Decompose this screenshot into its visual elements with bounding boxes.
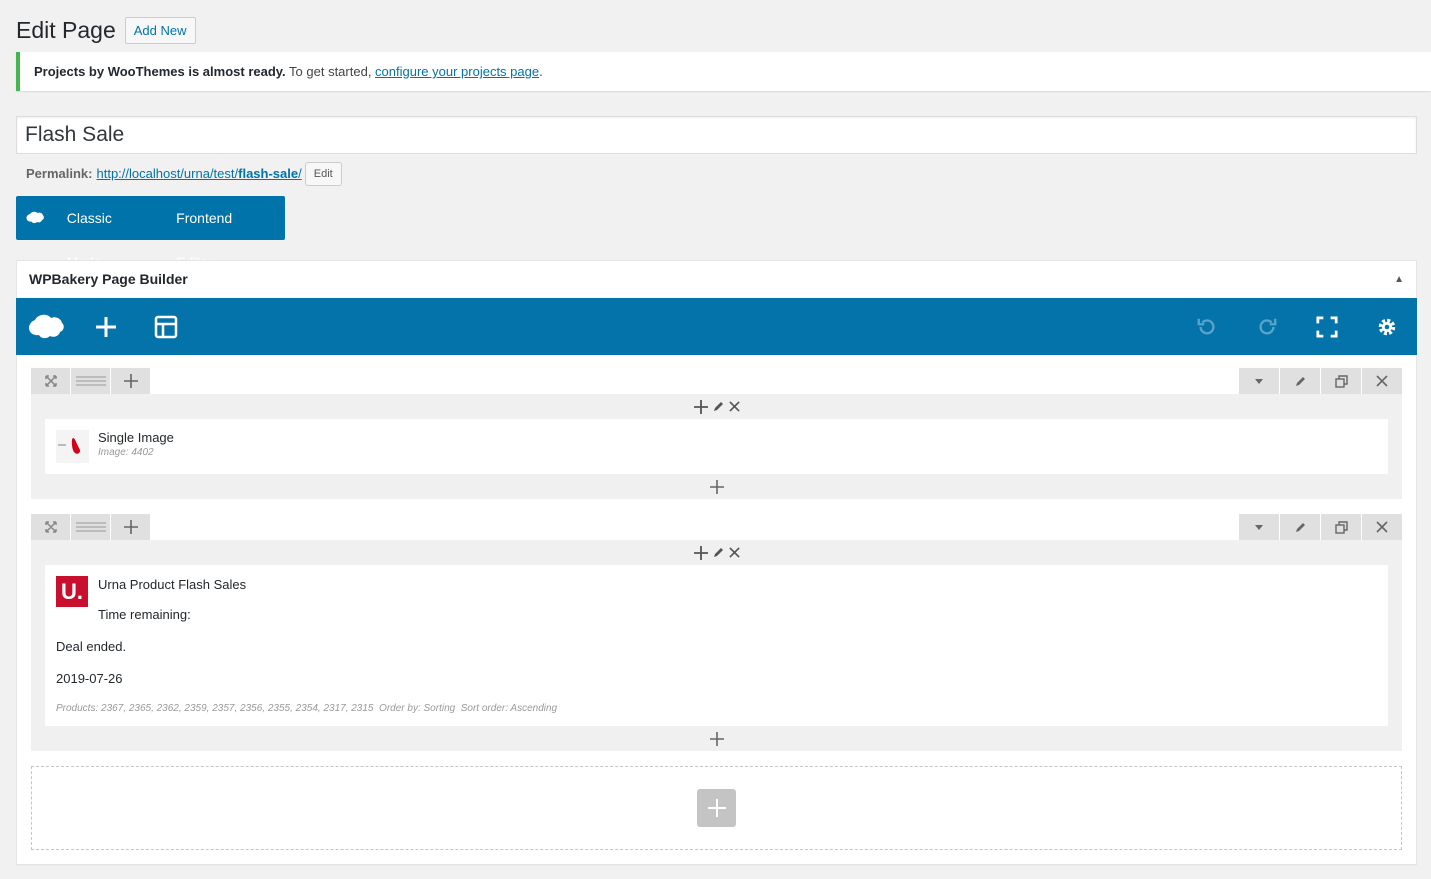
- wpbakery-logo-icon[interactable]: [16, 211, 54, 225]
- builder-row: U. Urna Product Flash Sales Time remaini…: [31, 514, 1402, 751]
- collapse-arrow-icon[interactable]: ▲: [1394, 261, 1404, 298]
- add-element-icon[interactable]: [76, 298, 136, 355]
- page-header: Edit Page Add New: [16, 16, 196, 45]
- projects-notice: Projects by WooThemes is almost ready. T…: [16, 52, 1431, 91]
- single-image-thumbnail-icon: [56, 430, 89, 463]
- flash-sales-element[interactable]: U. Urna Product Flash Sales Time remaini…: [45, 565, 1388, 726]
- row-toggle-icon[interactable]: [1239, 514, 1279, 540]
- deal-status-text: Deal ended.: [56, 639, 127, 654]
- column-add-icon[interactable]: [693, 545, 708, 560]
- add-row-icon[interactable]: [697, 789, 736, 827]
- permalink-base: http://localhost/urna/test/: [96, 166, 239, 181]
- row-layout-icon[interactable]: [71, 368, 110, 394]
- add-element-below-icon[interactable]: [45, 726, 1388, 751]
- single-image-element[interactable]: Single Image Image: 4402: [45, 419, 1388, 474]
- undo-icon[interactable]: [1177, 298, 1237, 355]
- configure-projects-link[interactable]: configure your projects page: [375, 64, 539, 79]
- permalink-row: Permalink: http://localhost/urna/test/fl…: [26, 160, 342, 187]
- urna-logo-icon: U.: [56, 576, 88, 607]
- fullscreen-icon[interactable]: [1297, 298, 1357, 355]
- element-title: Single Image: [98, 430, 174, 445]
- column-add-icon[interactable]: [693, 399, 708, 414]
- wpbakery-panel: WPBakery Page Builder ▲ Single Image Ima…: [16, 260, 1417, 865]
- permalink-label: Permalink:: [26, 166, 93, 181]
- row-edit-icon[interactable]: [1280, 368, 1320, 394]
- builder-toolbar: [16, 298, 1417, 355]
- time-remaining-text: Time remaining:: [98, 607, 191, 622]
- wpbakery-logo-icon[interactable]: [16, 298, 76, 355]
- page-title: Edit Page: [16, 17, 116, 43]
- element-subtitle: Image: 4402: [98, 447, 154, 458]
- notice-bold-text: Projects by WooThemes is almost ready.: [34, 64, 286, 79]
- row-move-icon[interactable]: [31, 514, 70, 540]
- column-controls: [45, 394, 1388, 419]
- notice-text: To get started,: [285, 64, 376, 79]
- permalink-trail: /: [298, 166, 302, 181]
- frontend-editor-button[interactable]: Frontend Editor: [163, 196, 285, 270]
- templates-icon[interactable]: [136, 298, 196, 355]
- row-clone-icon[interactable]: [1321, 514, 1361, 540]
- row-layout-icon[interactable]: [71, 514, 110, 540]
- row-controls: [31, 368, 1402, 394]
- builder-row: Single Image Image: 4402: [31, 368, 1402, 499]
- row-toggle-icon[interactable]: [1239, 368, 1279, 394]
- column-delete-icon[interactable]: [728, 547, 740, 558]
- row-move-icon[interactable]: [31, 368, 70, 394]
- permalink-edit-button[interactable]: Edit: [304, 161, 342, 186]
- panel-title: WPBakery Page Builder: [29, 271, 188, 287]
- empty-row-placeholder[interactable]: [31, 766, 1402, 850]
- row-controls: [31, 514, 1402, 540]
- redo-icon[interactable]: [1237, 298, 1297, 355]
- row-body: U. Urna Product Flash Sales Time remaini…: [31, 540, 1402, 751]
- deal-date-text: 2019-07-26: [56, 671, 123, 686]
- element-params: Products: 2367, 2365, 2362, 2359, 2357, …: [56, 703, 558, 714]
- column-delete-icon[interactable]: [728, 401, 740, 412]
- add-new-button[interactable]: Add New: [124, 17, 196, 44]
- row-body: Single Image Image: 4402: [31, 394, 1402, 499]
- row-clone-icon[interactable]: [1321, 368, 1361, 394]
- column-edit-icon[interactable]: [712, 546, 725, 559]
- permalink-link[interactable]: http://localhost/urna/test/flash-sale/: [96, 166, 301, 181]
- column-controls: [45, 540, 1388, 565]
- add-element-below-icon[interactable]: [45, 474, 1388, 499]
- row-delete-icon[interactable]: [1362, 368, 1402, 394]
- row-add-column-icon[interactable]: [111, 514, 150, 540]
- notice-suffix: .: [539, 64, 543, 79]
- post-title-input[interactable]: [16, 116, 1417, 154]
- panel-header[interactable]: WPBakery Page Builder ▲: [17, 261, 1416, 298]
- classic-mode-button[interactable]: Classic Mode: [54, 196, 163, 270]
- element-title: Urna Product Flash Sales: [98, 577, 247, 592]
- row-edit-icon[interactable]: [1280, 514, 1320, 540]
- row-add-column-icon[interactable]: [111, 368, 150, 394]
- row-delete-icon[interactable]: [1362, 514, 1402, 540]
- urna-logo-text: U.: [61, 579, 83, 604]
- column-edit-icon[interactable]: [712, 400, 725, 413]
- editor-mode-bar: Classic Mode Frontend Editor: [16, 196, 285, 270]
- settings-icon[interactable]: [1357, 298, 1417, 355]
- permalink-slug: flash-sale: [238, 166, 299, 181]
